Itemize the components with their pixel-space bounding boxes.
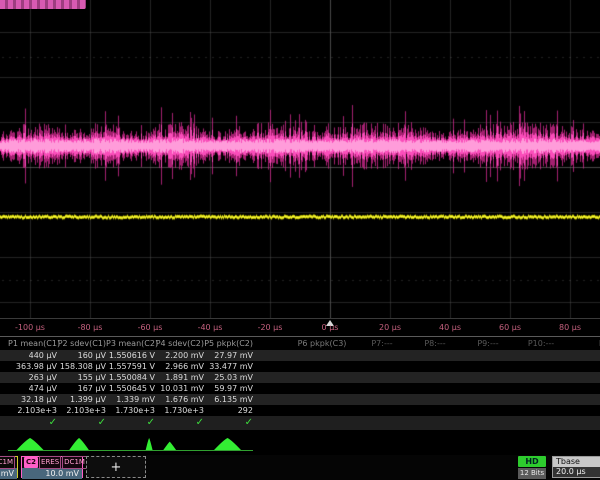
time-tick-label: 80 µs: [559, 323, 581, 332]
stat-value: 6.135 mV: [204, 394, 253, 405]
time-tick-label: -20 µs: [258, 323, 283, 332]
stat-value: 363.98 µV: [8, 361, 57, 372]
param-header[interactable]: P5 pkpk(C2): [204, 338, 253, 350]
channel-c1-descriptor[interactable]: DC1M 0 mV: [0, 456, 18, 478]
stat-row-status: ✓✓✓✓✓: [0, 416, 600, 430]
time-tick-label: 40 µs: [439, 323, 461, 332]
stat-row-mean: 363.98 µV158.308 µV1.557591 V2.966 mV33.…: [0, 361, 600, 372]
param-header[interactable]: P4 sdev(C2): [155, 338, 204, 350]
time-tick-label: -100 µs: [15, 323, 45, 332]
stat-value: 1.557591 V: [106, 361, 155, 372]
c2-vdiv-value: 10.0 mV: [22, 468, 82, 479]
trace-annotation-tab[interactable]: [0, 0, 86, 9]
stat-value: 263 µV: [8, 372, 57, 383]
param-header[interactable]: P1 mean(C1): [8, 338, 57, 350]
status-check-icon: ✓: [106, 416, 155, 430]
param-header[interactable]: P3 mean(C2): [106, 338, 155, 350]
status-check-icon: ✓: [155, 416, 204, 430]
param-header-unused[interactable]: P7:---: [371, 338, 392, 350]
status-check-icon: ✓: [204, 416, 253, 430]
param-header[interactable]: P2 sdev(C1): [57, 338, 106, 350]
param-header-unused[interactable]: P10:---: [528, 338, 554, 350]
stat-value: 440 µV: [8, 350, 57, 361]
stat-value: 155 µV: [57, 372, 106, 383]
channel-c2-descriptor[interactable]: C2 ERES DC1M 10.0 mV: [21, 456, 83, 478]
oscilloscope-screen: -100 µs -80 µs -60 µs -40 µs -20 µs 0 µs 20 µs…: [0, 0, 600, 480]
stat-value: 160 µV: [57, 350, 106, 361]
stat-value: 2.200 mV: [155, 350, 204, 361]
stat-value: 59.97 mV: [204, 383, 253, 394]
histicon[interactable]: [155, 436, 204, 453]
param-header-unused[interactable]: P6 pkpk(C3): [298, 338, 347, 350]
param-header-unused[interactable]: P9:---: [477, 338, 498, 350]
time-tick-label: 0 µs: [322, 323, 339, 332]
histicon[interactable]: [106, 436, 155, 453]
stat-value: 32.18 µV: [8, 394, 57, 405]
add-trace-button[interactable]: +: [86, 456, 146, 478]
stat-value: 2.103e+3: [57, 405, 106, 416]
status-check-icon: ✓: [57, 416, 106, 430]
timebase-descriptor[interactable]: Tbase 20.0 µs: [552, 456, 600, 478]
stat-value: 1.550645 V: [106, 383, 155, 394]
stat-value: 1.550616 V: [106, 350, 155, 361]
hd-bits-label: 12 Bits: [518, 468, 546, 479]
c1-vdiv-value: 0 mV: [0, 468, 17, 479]
histicon[interactable]: [8, 436, 57, 453]
stat-row-sdev: 32.18 µV1.399 µV1.339 mV1.676 mV6.135 mV: [0, 394, 600, 405]
histicon-row: [8, 436, 253, 453]
time-axis: -100 µs -80 µs -60 µs -40 µs -20 µs 0 µs 20 µs…: [0, 318, 600, 337]
stat-value: 1.730e+3: [106, 405, 155, 416]
stat-value: 25.03 mV: [204, 372, 253, 383]
stat-row-value: 440 µV160 µV1.550616 V2.200 mV27.97 mV: [0, 350, 600, 361]
tbase-value: 20.0 µs: [553, 467, 600, 477]
param-header-row: P1 mean(C1)P2 sdev(C1)P3 mean(C2)P4 sdev…: [0, 338, 600, 350]
stat-value: 1.339 mV: [106, 394, 155, 405]
stat-value: 33.477 mV: [204, 361, 253, 372]
stat-row-min: 263 µV155 µV1.550084 V1.891 mV25.03 mV: [0, 372, 600, 383]
measure-table: P1 mean(C1)P2 sdev(C1)P3 mean(C2)P4 sdev…: [0, 338, 600, 430]
time-tick-label: -40 µs: [198, 323, 223, 332]
hd-mode-indicator[interactable]: HD 12 Bits: [518, 456, 546, 479]
time-tick-label: -60 µs: [138, 323, 163, 332]
waveform-grid-area[interactable]: [0, 0, 600, 318]
stat-value: 27.97 mV: [204, 350, 253, 361]
stat-row-num: 2.103e+32.103e+31.730e+31.730e+3292: [0, 405, 600, 416]
plus-icon: +: [111, 460, 122, 475]
table-separator: [0, 336, 600, 337]
stat-value: 292: [204, 405, 253, 416]
param-header-unused[interactable]: P8:---: [424, 338, 445, 350]
time-tick-label: 60 µs: [499, 323, 521, 332]
stat-row-max: 474 µV167 µV1.550645 V10.031 mV59.97 mV: [0, 383, 600, 394]
stat-value: 2.966 mV: [155, 361, 204, 372]
stat-value: 1.550084 V: [106, 372, 155, 383]
histicon[interactable]: [204, 436, 253, 453]
stat-value: 167 µV: [57, 383, 106, 394]
stat-value: 1.676 mV: [155, 394, 204, 405]
hd-badge: HD: [518, 456, 546, 467]
stat-value: 1.730e+3: [155, 405, 204, 416]
stat-value: 158.308 µV: [57, 361, 106, 372]
stat-value: 2.103e+3: [8, 405, 57, 416]
stat-value: 474 µV: [8, 383, 57, 394]
histicon[interactable]: [57, 436, 106, 453]
time-tick-label: -80 µs: [78, 323, 103, 332]
tbase-label: Tbase: [553, 457, 600, 467]
c2-channel-badge: C2: [24, 457, 38, 468]
stat-value: 10.031 mV: [155, 383, 204, 394]
status-check-icon: ✓: [8, 416, 57, 430]
time-tick-label: 20 µs: [379, 323, 401, 332]
bottom-bar: DC1M 0 mV C2 ERES DC1M 10.0 mV + HD 12 B…: [0, 455, 600, 480]
stat-value: 1.399 µV: [57, 394, 106, 405]
stat-value: 1.891 mV: [155, 372, 204, 383]
